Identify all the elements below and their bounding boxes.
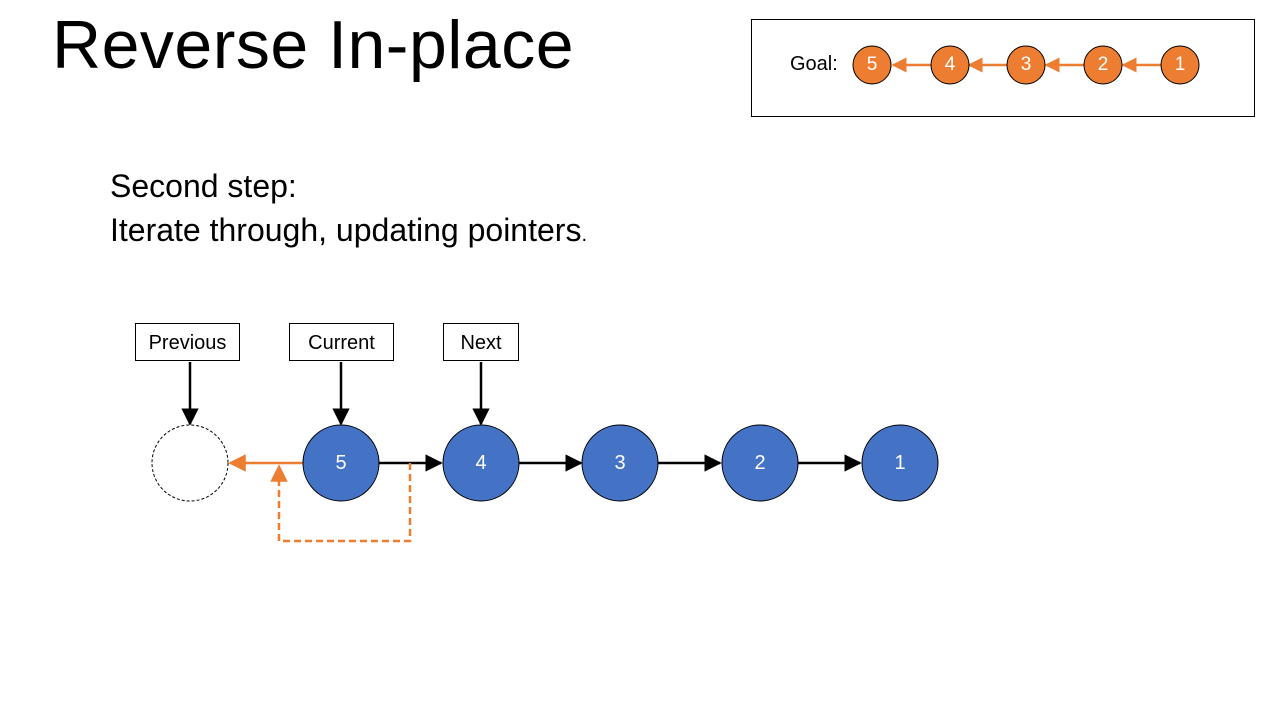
- next-pointer-label: Next: [443, 323, 519, 361]
- goal-node-label-3: 3: [1020, 54, 1032, 75]
- previous-pointer-label: Previous: [135, 323, 240, 361]
- list-node-label-5: 5: [335, 452, 347, 474]
- slide-title: Reverse In-place: [52, 7, 575, 83]
- list-node-label-3: 3: [614, 452, 626, 474]
- null-node: [151, 424, 229, 502]
- goal-node-label-1: 1: [1174, 54, 1186, 75]
- list-node-label-2: 2: [754, 452, 766, 474]
- goal-label: Goal:: [790, 53, 838, 75]
- list-node-label-4: 4: [475, 452, 487, 474]
- instruction-line-2-text: Iterate through, updating pointers: [110, 212, 582, 248]
- instruction-line-2: Iterate through, updating pointers.: [110, 208, 587, 257]
- goal-node-label-2: 2: [1097, 54, 1109, 75]
- slide: Reverse In-place Second step: Iterate th…: [0, 0, 1280, 720]
- list-node-label-1: 1: [894, 452, 906, 474]
- goal-node-label-5: 5: [866, 54, 878, 75]
- instruction-text: Second step: Iterate through, updating p…: [110, 164, 587, 257]
- goal-node-label-4: 4: [944, 54, 956, 75]
- instruction-line-1: Second step:: [110, 168, 297, 204]
- instruction-period: .: [581, 224, 587, 246]
- current-pointer-label: Current: [289, 323, 394, 361]
